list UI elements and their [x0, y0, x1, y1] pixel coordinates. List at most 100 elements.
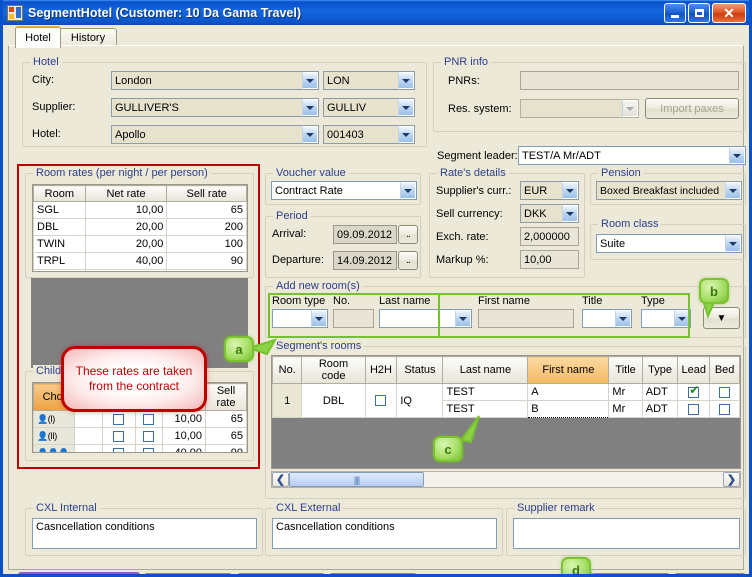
- info-button[interactable]: Info: [144, 573, 232, 574]
- meal-checkbox[interactable]: [113, 413, 125, 425]
- table-row[interactable]: QUAD45,0090: [33, 269, 247, 271]
- pax-lead-cell[interactable]: [677, 400, 711, 418]
- segment-rooms-col-5[interactable]: First name: [527, 356, 610, 384]
- segment-leader-combo[interactable]: TEST/A Mr/ADT: [518, 146, 746, 165]
- add-room-type-combo[interactable]: [272, 309, 328, 328]
- pax-type[interactable]: ADT: [641, 400, 679, 418]
- supplier-remark-field[interactable]: [513, 518, 740, 549]
- bed-checkbox[interactable]: [719, 403, 731, 415]
- room-rates-grid[interactable]: Room Net rate Sell rate SGL 10,00 65 DBL 20,00…: [32, 184, 248, 272]
- chevron-down-icon[interactable]: [674, 310, 690, 327]
- segment-rooms-col-9[interactable]: Bed: [709, 356, 740, 384]
- pax-last-name[interactable]: TEST: [442, 400, 529, 418]
- meal-checkbox[interactable]: [113, 447, 125, 452]
- chevron-down-icon[interactable]: [615, 310, 631, 327]
- bed-checkbox[interactable]: [719, 386, 731, 398]
- departure-field[interactable]: 14.09.2012: [333, 251, 397, 270]
- cxl-external-field[interactable]: Casncellation conditions: [272, 518, 497, 549]
- pax-bed-cell[interactable]: [709, 383, 740, 401]
- child-meal-cell[interactable]: [102, 427, 136, 445]
- tab-hotel[interactable]: Hotel: [15, 26, 61, 48]
- add-no-field[interactable]: [333, 309, 374, 328]
- close-button[interactable]: ✕: [712, 3, 746, 23]
- reload-rates-button[interactable]: Reload rates: [237, 573, 325, 574]
- chevron-down-icon[interactable]: [725, 182, 741, 199]
- voucher-combo[interactable]: Contract Rate: [271, 181, 417, 200]
- segment-rooms-col-7[interactable]: Type: [641, 356, 679, 384]
- pax-last-name[interactable]: TEST: [442, 383, 529, 401]
- segment-rooms-col-3[interactable]: Status: [396, 356, 444, 384]
- chevron-down-icon[interactable]: [398, 99, 414, 116]
- segment-rooms-grid[interactable]: No. Room code H2H Status Last name First name…: [271, 355, 741, 469]
- add-first-name-field[interactable]: [478, 309, 574, 328]
- pnrs-field[interactable]: [520, 71, 739, 90]
- markup-field[interactable]: 10,00: [520, 250, 579, 269]
- table-row[interactable]: 1 DBL IQ TEST A Mr ADT: [272, 383, 740, 418]
- segment-rooms-col-4[interactable]: Last name: [442, 356, 529, 384]
- meal-checkbox[interactable]: [113, 430, 125, 442]
- pax-title[interactable]: Mr: [608, 400, 643, 418]
- exch-rate-field[interactable]: 2,000000: [520, 227, 579, 246]
- child-meal-cell[interactable]: [102, 444, 136, 452]
- supplier-curr-combo[interactable]: EUR: [520, 181, 579, 200]
- pax-title[interactable]: Mr: [608, 383, 643, 401]
- lead-checkbox[interactable]: [688, 384, 699, 398]
- cancel-button[interactable]: Cancel(Esc): [674, 573, 746, 574]
- table-row[interactable]: SGL 10,00 65: [33, 201, 247, 219]
- lead-checkbox[interactable]: [688, 403, 700, 415]
- segment-rooms-col-1[interactable]: Room code: [301, 356, 366, 384]
- bed-checkbox[interactable]: [143, 430, 155, 442]
- supplier-code-combo[interactable]: GULLIV: [323, 98, 415, 117]
- scroll-right-button[interactable]: ❯: [723, 472, 740, 487]
- bed-checkbox[interactable]: [143, 413, 155, 425]
- city-combo[interactable]: London: [111, 71, 319, 90]
- pax-bed-cell[interactable]: [709, 400, 740, 418]
- table-row[interactable]: DBL 20,00 200: [33, 218, 247, 236]
- convert-to-manual-button[interactable]: Convert to manual: [18, 572, 140, 574]
- chevron-down-icon[interactable]: [562, 205, 578, 222]
- segment-rooms-hscrollbar[interactable]: ❮ |||| ❯: [271, 471, 741, 488]
- chevron-down-icon[interactable]: [398, 126, 414, 143]
- chevron-down-icon[interactable]: [302, 99, 318, 116]
- child-meal-cell[interactable]: [102, 410, 136, 428]
- table-row[interactable]: TWIN 20,00 100: [33, 235, 247, 253]
- import-paxes-button[interactable]: Import paxes: [645, 98, 739, 119]
- scroll-left-button[interactable]: ❮: [272, 472, 289, 487]
- segment-rooms-col-2[interactable]: H2H: [364, 356, 398, 384]
- maximize-button[interactable]: [688, 3, 710, 23]
- chevron-down-icon[interactable]: [302, 72, 318, 89]
- arrival-field[interactable]: 09.09.2012: [333, 225, 397, 244]
- cxl-internal-field[interactable]: Casncellation conditions: [32, 518, 257, 549]
- arrival-browse-button[interactable]: ..: [398, 225, 418, 244]
- chevron-down-icon[interactable]: [622, 100, 638, 117]
- table-row[interactable]: 👤(II) 10,00 65: [33, 427, 247, 445]
- chevron-down-icon[interactable]: [398, 72, 414, 89]
- sell-curr-combo[interactable]: DKK: [520, 204, 579, 223]
- scrollbar-thumb[interactable]: ||||: [289, 472, 424, 487]
- pax-first-name[interactable]: B: [527, 400, 610, 418]
- chevron-down-icon[interactable]: [311, 310, 327, 327]
- table-row[interactable]: 👤(I) 10,00 65: [33, 410, 247, 428]
- child-bed-cell[interactable]: [134, 410, 164, 428]
- city-code-combo[interactable]: LON: [323, 71, 415, 90]
- chevron-down-icon[interactable]: [725, 235, 741, 252]
- minimize-button[interactable]: [664, 3, 686, 23]
- hotel-combo[interactable]: Apollo: [111, 125, 319, 144]
- supplier-combo[interactable]: GULLIVER'S: [111, 98, 319, 117]
- segment-rooms-col-6[interactable]: Title: [608, 356, 643, 384]
- pension-combo[interactable]: Boxed Breakfast included: [596, 181, 742, 200]
- pax-type[interactable]: ADT: [641, 383, 679, 401]
- segment-rooms-col-8[interactable]: Lead: [677, 356, 711, 384]
- add-title-combo[interactable]: [582, 309, 632, 328]
- room-class-combo[interactable]: Suite: [596, 234, 742, 253]
- chevron-down-icon[interactable]: [455, 310, 471, 327]
- rates-button[interactable]: Rates: [329, 573, 417, 574]
- segment-h2h-cell[interactable]: [364, 383, 398, 418]
- child-bed-cell[interactable]: [134, 427, 164, 445]
- add-last-name-combo[interactable]: [379, 309, 472, 328]
- add-type-combo[interactable]: [641, 309, 691, 328]
- chevron-down-icon[interactable]: [729, 147, 745, 164]
- bed-checkbox[interactable]: [143, 447, 155, 452]
- res-system-combo[interactable]: [520, 99, 639, 118]
- pax-first-name[interactable]: A: [527, 383, 610, 401]
